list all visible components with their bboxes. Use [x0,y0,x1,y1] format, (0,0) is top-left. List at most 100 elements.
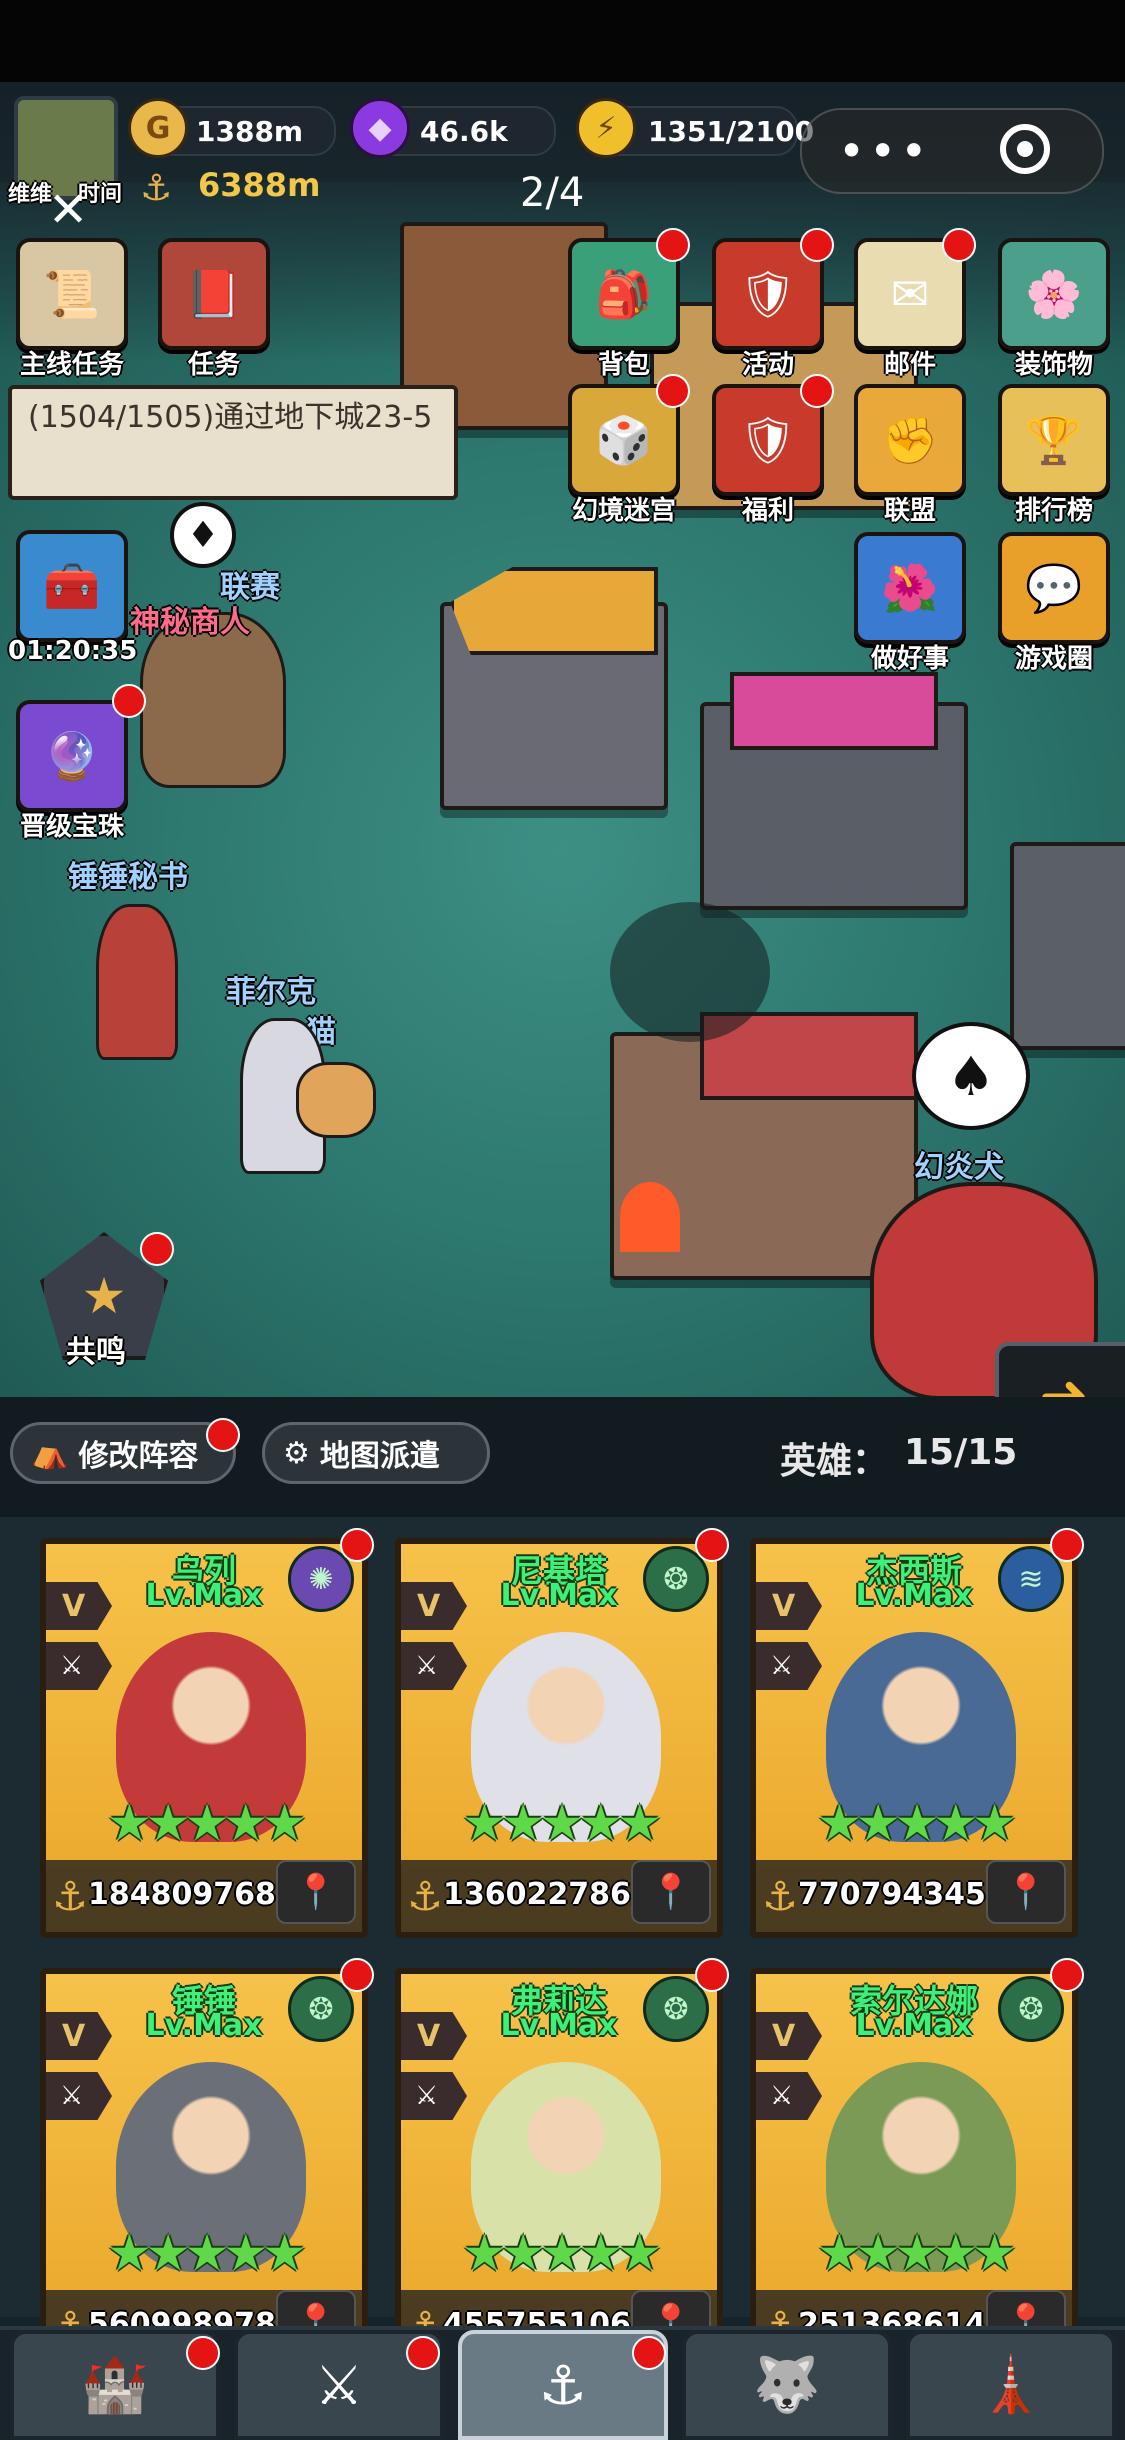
quest-progress-box[interactable]: (1504/1505)通过地下城23-5 [8,385,458,500]
game-circle-label: 游戏圈 [1014,644,1093,674]
tab-tower[interactable]: 🗼 [906,2330,1116,2440]
merchant-bag-icon: ♦ [170,502,236,568]
hero-card[interactable]: 锤锤Lv.MaxV⚔❂★★★★★⚓560998978📍 [40,1968,368,2368]
locate-pin-icon[interactable]: 📍 [631,1860,711,1924]
status-bar [0,0,1125,82]
resonance-label: 共鸣 [66,1335,126,1370]
mail-alert-dot [942,228,976,262]
upgrade-orb-label: 晋级宝珠 [19,812,124,842]
edit-lineup-alert-dot [206,1418,240,1452]
power-anchor-icon: ⚓ [52,1874,88,1920]
swords-icon: ⚔ [314,2353,364,2417]
hero-alert-dot [1050,1958,1084,1992]
trophy-icon: 🏆 [998,384,1110,496]
alliance-label: 联盟 [883,496,936,526]
locate-pin-icon[interactable]: 📍 [986,1860,1066,1924]
hero-card[interactable]: 乌列 Lv.Max V ⚔ ✺ ★★★★★ ⚓ 1848097687 📍 [40,1538,368,1938]
locate-pin-icon[interactable]: 📍 [276,1860,356,1924]
quest-book-icon: 📕 [158,238,270,350]
player-label: 维维 [8,182,53,207]
hero-power: 770794345 [798,1877,986,1912]
gold-coin-icon: G [128,98,188,158]
mystery-chest-button[interactable]: 🧰 01:20:35 [8,530,137,666]
wolf-icon: 🐺 [753,2353,821,2416]
ranking-button[interactable]: 🏆 排行榜 [990,384,1118,526]
backpack-alert-dot [656,228,690,262]
resonance-alert-dot [140,1232,174,1266]
forge-fire [620,1182,680,1252]
hero-card[interactable]: 弗莉达Lv.MaxV⚔❂★★★★★⚓455755106📍 [395,1968,723,2368]
treasure-chest-icon: 🧰 [16,530,128,642]
upgrade-orb-alert-dot [112,684,146,718]
more-menu-icon[interactable]: ••• [838,124,931,178]
upgrade-orb-button[interactable]: 🔮 晋级宝珠 [8,700,136,842]
map-dispatch-label: 地图派遣 [319,1439,440,1474]
weapon-type-icon: ⚔ [46,2072,112,2120]
tab-guild[interactable]: 🐺 [682,2330,892,2440]
quest-button[interactable]: 📕 任务 [150,238,278,380]
hero-alert-dot [340,1528,374,1562]
shop-roof [450,567,658,655]
exit-mini-program-icon[interactable] [1000,124,1050,174]
good-deed-label: 做好事 [870,644,949,674]
hero-stars: ★★★★★ [106,1794,307,1852]
weapon-type-icon: ⚔ [756,1642,822,1690]
edit-lineup-button[interactable]: ⛺ 修改阵容 [10,1422,236,1484]
heroes-count: 15/15 [904,1432,1018,1473]
flower-bush-icon: 🌸 [998,238,1110,350]
forge-smoke [610,902,770,1042]
scroll-icon: 📜 [16,238,128,350]
anchor-icon: ⚓ [140,168,173,209]
game-circle-icon: 💬 [998,532,1110,644]
orb-icon: 🔮 [16,700,128,812]
hero-alert-dot [340,1958,374,1992]
alliance-button[interactable]: ✊ 联盟 [846,384,974,526]
ranking-label: 排行榜 [1014,496,1093,526]
gem-icon: ◆ [350,98,410,158]
good-deed-button[interactable]: 🌺 做好事 [846,532,974,674]
close-icon[interactable]: ✕ [48,182,88,238]
weapon-type-icon: ⚔ [756,2072,822,2120]
decoration-button[interactable]: 🌸 装饰物 [990,238,1118,380]
hero-card[interactable]: 杰西斯 Lv.Max V ⚔ ≋ ★★★★★ ⚓ 770794345 📍 [750,1538,1078,1938]
next-area-arrow-icon[interactable]: ➜ [995,1342,1125,1397]
secretary-sprite[interactable] [96,904,178,1060]
map-dispatch-button[interactable]: ⚙ 地图派遣 [262,1422,490,1484]
hero-stars: ★★★★★ [106,2224,307,2282]
decoration-label: 装饰物 [1014,350,1093,380]
heroes-label: 英雄： [780,1441,889,1482]
merchant-label: 神秘商人 [130,605,250,640]
castle-icon: 🏰 [81,2353,149,2416]
hero-stars: ★★★★★ [461,1794,662,1852]
hero-power: 1360227867 [443,1877,652,1912]
tower-icon: 🗼 [977,2353,1045,2416]
hero-alert-dot [695,1528,729,1562]
hero-card[interactable]: 尼基塔 Lv.Max V ⚔ ❂ ★★★★★ ⚓ 1360227867 📍 [395,1538,723,1938]
weapon-type-icon: ⚔ [401,2072,467,2120]
hero-card[interactable]: 索尔达娜Lv.MaxV⚔❂★★★★★⚓251368614📍 [750,1968,1078,2368]
power-anchor-icon: ⚓ [762,1874,798,1920]
game-circle-button[interactable]: 💬 游戏圈 [990,532,1118,674]
weapon-type-icon: ⚔ [401,1642,467,1690]
hero-power: 1848097687 [88,1877,297,1912]
cat-sprite[interactable] [296,1062,376,1138]
hero-alert-dot [1050,1528,1084,1562]
anchor-tab-icon: ⚓ [538,2353,588,2417]
potion-roof [730,672,938,750]
main-quest-button[interactable]: 📜 主线任务 [8,238,136,380]
side-building[interactable] [1010,842,1125,1050]
tab-battle-alert-dot [406,2336,440,2370]
hero-stars: ★★★★★ [816,2224,1017,2282]
flame-dog-label: 幻炎犬 [914,1150,1004,1185]
activity-alert-dot [800,228,834,262]
flame-dog-emblem-icon: ♠ [912,1022,1030,1130]
fist-icon: ✊ [854,384,966,496]
hero-stars: ★★★★★ [461,2224,662,2282]
dispatch-icon: ⚙ [283,1435,310,1471]
anchor-value: 6388m [198,166,321,204]
mystery-timer: 01:20:35 [8,636,138,666]
secretary-label: 锤锤秘书 [68,860,188,895]
page-indicator: 2/4 [520,170,585,216]
quest-label: 任务 [187,350,240,380]
maze-label: 幻境迷宫 [571,496,676,526]
